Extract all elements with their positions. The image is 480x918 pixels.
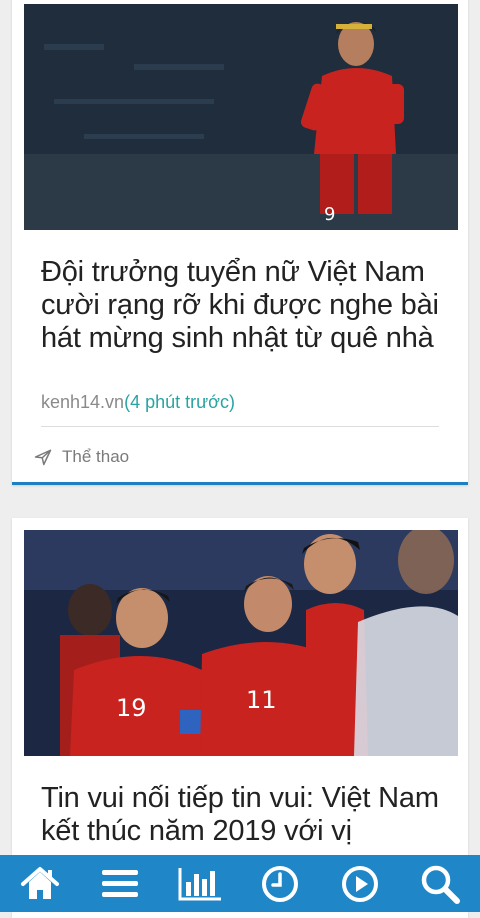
- jersey-number: 11: [246, 686, 277, 714]
- clock-icon: [262, 865, 298, 902]
- jersey-number: 9: [324, 204, 335, 225]
- jersey-number: 19: [116, 694, 147, 722]
- article-title[interactable]: Đội trưởng tuyển nữ Việt Nam cười rạng r…: [41, 256, 441, 355]
- nav-home-button[interactable]: [10, 855, 70, 912]
- article-card[interactable]: 9 Đội trưởng tuyển nữ Việt Nam cười rạng…: [12, 0, 468, 485]
- nav-menu-button[interactable]: [90, 855, 150, 912]
- send-icon: [34, 449, 52, 466]
- home-icon: [21, 866, 59, 899]
- category-label: Thể thao: [62, 447, 130, 466]
- nav-search-button[interactable]: [410, 855, 470, 912]
- nav-chart-button[interactable]: [170, 855, 230, 912]
- article-source: kenh14.vn: [41, 392, 125, 412]
- bottom-nav: [0, 855, 480, 912]
- chart-icon: [178, 867, 221, 900]
- article-thumbnail[interactable]: 9: [24, 4, 458, 230]
- article-title[interactable]: Tin vui nối tiếp tin vui: Việt Nam kết t…: [41, 782, 441, 848]
- article-thumbnail[interactable]: 19 11: [24, 530, 458, 756]
- menu-icon: [102, 869, 138, 897]
- article-meta: kenh14.vn(4 phút trước): [41, 392, 235, 413]
- article-category[interactable]: Thể thao: [34, 447, 129, 467]
- nav-recent-button[interactable]: [250, 855, 310, 912]
- play-icon: [342, 865, 378, 902]
- nav-video-button[interactable]: [330, 855, 390, 912]
- divider: [41, 426, 439, 427]
- article-time: (4 phút trước): [124, 392, 235, 412]
- search-icon: [421, 865, 460, 904]
- thumbnail-image: 9: [24, 4, 458, 230]
- thumbnail-image: 19 11: [24, 530, 458, 756]
